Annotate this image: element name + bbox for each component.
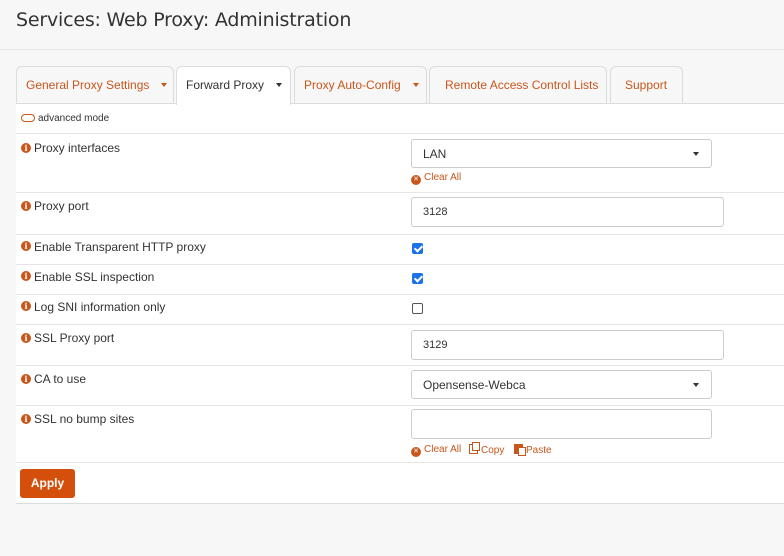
settings-panel: advanced mode i Proxy interfaces LAN ✕ Cl… [16,103,784,504]
tab-label: Forward Proxy [186,78,265,92]
info-icon[interactable]: i [21,374,31,384]
ssl-inspection-checkbox[interactable] [412,273,423,284]
close-icon: ✕ [411,175,421,185]
proxy-interfaces-row: i Proxy interfaces LAN ✕ Clear All [16,134,784,193]
ssl-no-bump-input[interactable] [411,409,712,439]
field-label: Proxy port [34,199,89,213]
transparent-http-checkbox[interactable] [412,243,423,254]
tab-proxy-auto-config[interactable]: Proxy Auto-Config [294,66,427,104]
close-icon: ✕ [411,447,421,457]
field-label: Log SNI information only [34,300,166,314]
select-value: LAN [423,147,447,161]
clear-all-link[interactable]: ✕ Clear All [411,444,461,457]
ca-to-use-select[interactable]: Opensense-Webca [411,370,712,399]
tab-label: Proxy Auto-Config [304,78,401,92]
field-label: SSL no bump sites [34,412,135,426]
transparent-http-row: i Enable Transparent HTTP proxy [16,235,784,265]
page-header: Services: Web Proxy: Administration [0,0,784,50]
chevron-down-icon [693,383,699,387]
proxy-port-input[interactable]: 3128 [411,197,724,227]
proxy-interfaces-select[interactable]: LAN [411,139,712,168]
clear-all-link[interactable]: ✕ Clear All [411,172,461,185]
paste-link[interactable]: Paste [514,444,552,456]
chevron-down-icon[interactable] [412,82,419,87]
field-label: Proxy interfaces [34,141,121,155]
info-icon[interactable]: i [21,333,31,343]
ssl-proxy-port-row: i SSL Proxy port 3129 [16,325,784,366]
info-icon[interactable]: i [21,414,31,424]
input-value: 3128 [423,206,448,218]
info-icon[interactable]: i [21,241,31,251]
paste-label: Paste [526,445,552,456]
proxy-port-row: i Proxy port 3128 [16,193,784,235]
info-icon[interactable]: i [21,271,31,281]
ssl-proxy-port-input[interactable]: 3129 [411,330,724,360]
clear-all-label: Clear All [424,172,462,183]
log-sni-checkbox[interactable] [412,303,423,314]
chevron-down-icon[interactable] [161,82,168,87]
tab-label: Support [625,78,668,92]
field-label: Enable SSL inspection [34,270,155,284]
chevron-down-icon[interactable] [276,82,283,87]
info-icon[interactable]: i [21,201,31,211]
page-title: Services: Web Proxy: Administration [16,9,352,31]
copy-link[interactable]: Copy [469,442,505,456]
paste-icon [514,444,526,456]
tab-label: General Proxy Settings [26,78,150,92]
log-sni-row: i Log SNI information only [16,295,784,325]
info-icon[interactable]: i [21,301,31,311]
ssl-inspection-row: i Enable SSL inspection [16,265,784,295]
ca-to-use-row: i CA to use Opensense-Webca [16,366,784,406]
tab-forward-proxy[interactable]: Forward Proxy [176,66,291,105]
tab-label: Remote Access Control Lists [445,78,599,92]
input-value: 3129 [423,339,448,351]
copy-icon [469,442,480,454]
select-value: Opensense-Webca [423,378,526,392]
copy-label: Copy [481,445,505,456]
apply-button[interactable]: Apply [20,469,75,498]
toggle-icon[interactable] [21,114,35,122]
advanced-mode-label[interactable]: advanced mode [38,113,109,124]
chevron-down-icon [693,152,699,156]
clear-all-label: Clear All [424,444,462,455]
field-label: Enable Transparent HTTP proxy [34,240,206,254]
advanced-mode-row: advanced mode [16,104,784,134]
tab-remote-access-control-lists[interactable]: Remote Access Control Lists [429,66,607,104]
tab-general-proxy-settings[interactable]: General Proxy Settings [16,66,174,104]
tab-support[interactable]: Support [610,66,683,104]
field-label: SSL Proxy port [34,331,115,345]
ssl-no-bump-row: i SSL no bump sites ✕ Clear All Copy Past… [16,406,784,463]
info-icon[interactable]: i [21,143,31,153]
field-label: CA to use [34,372,87,386]
